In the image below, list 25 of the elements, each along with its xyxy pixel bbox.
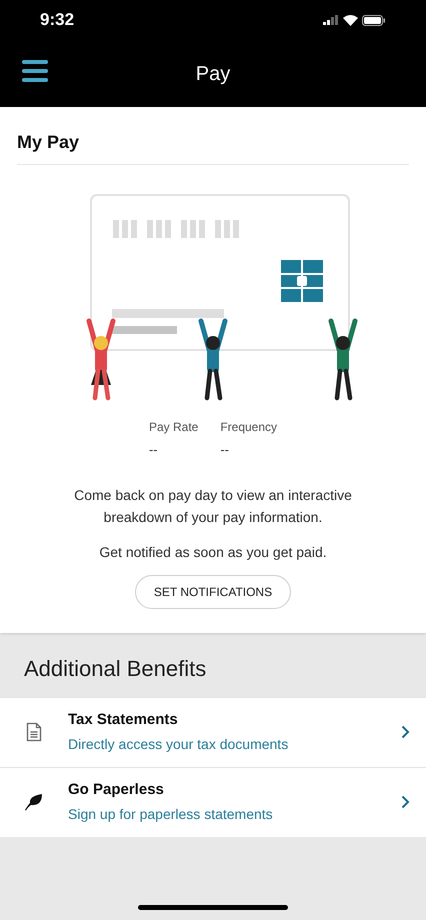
row-subtitle: Directly access your tax documents <box>68 734 290 754</box>
row-title: Tax Statements <box>68 710 179 730</box>
wifi-icon <box>343 14 358 26</box>
benefit-row[interactable]: Go Paperless Sign up for paperless statements <box>0 766 426 836</box>
row-title: Go Paperless <box>68 780 165 800</box>
document-icon <box>26 722 42 742</box>
chevron-right-icon <box>401 795 410 809</box>
battery-icon <box>362 14 386 26</box>
stat-label: Frequency <box>220 419 278 436</box>
leaf-icon <box>24 793 44 811</box>
stat-label: Pay Rate <box>148 419 198 436</box>
benefit-row[interactable]: Tax Statements Directly access your tax documents <box>0 696 426 766</box>
page-title: Pay <box>196 62 230 86</box>
menu-button[interactable] <box>22 60 48 82</box>
set-notifications-button[interactable]: SET NOTIFICATIONS <box>134 574 292 608</box>
notify-message: Get notified as soon as you get paid. <box>99 542 327 562</box>
status-time: 9:32 <box>40 9 74 32</box>
section-title: Additional Benefits <box>24 655 206 683</box>
chevron-right-icon <box>401 725 410 739</box>
section-title: My Pay <box>17 131 80 154</box>
stat-value: -- <box>148 441 158 459</box>
signal-icon <box>323 15 339 25</box>
info-message: Come back on pay day to view an interactive breakdown of your pay information. <box>73 486 353 527</box>
row-subtitle: Sign up for paperless statements <box>68 804 274 824</box>
stat-value: -- <box>220 441 229 459</box>
